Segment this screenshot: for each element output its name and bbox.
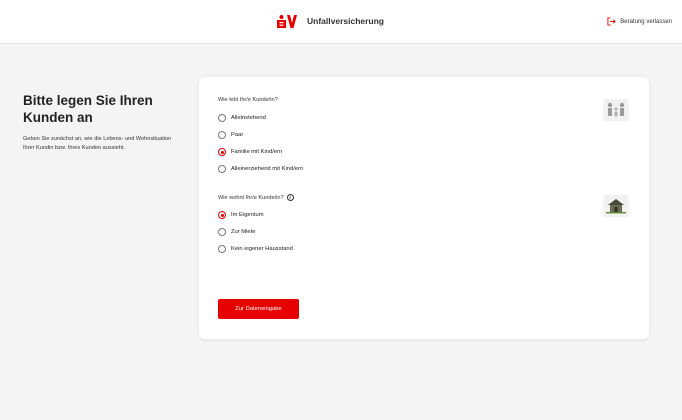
- radio-single-parent[interactable]: [218, 165, 226, 173]
- household-option-family[interactable]: Familie mit Kind/ern: [218, 148, 282, 156]
- household-option-single-parent[interactable]: Alleinerziehend mit Kind/ern: [218, 165, 303, 173]
- brand: Unfallversicherung: [277, 14, 384, 28]
- family-icon: [603, 99, 629, 121]
- intro-text: Geben Sie zunächst an, wie die Lebens- u…: [23, 136, 172, 151]
- info-icon[interactable]: i: [286, 194, 294, 201]
- sparkasse-logo-icon: [277, 15, 297, 28]
- household-question: Wie lebt Ihr/e Kunde/in?: [218, 97, 278, 103]
- submit-data-entry-button[interactable]: Zur Dateneingabe: [218, 299, 299, 319]
- household-option-couple[interactable]: Paar: [218, 131, 243, 139]
- housing-option-owner[interactable]: Im Eigentum: [218, 211, 264, 219]
- exit-consultation-label: Beratung verlassen: [620, 18, 672, 25]
- exit-consultation-button[interactable]: Beratung verlassen: [607, 17, 672, 26]
- radio-couple[interactable]: [218, 131, 226, 139]
- page-title: Bitte legen Sie Ihren Kunden an: [23, 93, 153, 125]
- customer-form-card: Wie lebt Ihr/e Kunde/in? Alleinstehend P…: [199, 77, 649, 339]
- app-title: Unfallversicherung: [307, 16, 384, 26]
- housing-question: Wie wohnt Ihr/e Kunde/in? i: [218, 194, 294, 201]
- app-header: Unfallversicherung Beratung verlassen: [0, 0, 682, 44]
- housing-option-no-household[interactable]: Kein eigener Hausstand: [218, 245, 293, 253]
- logout-icon: [607, 17, 617, 26]
- household-option-single[interactable]: Alleinstehend: [218, 114, 266, 122]
- intro-section: Bitte legen Sie Ihren Kunden an Geben Si…: [23, 92, 183, 153]
- radio-single[interactable]: [218, 114, 226, 122]
- radio-owner[interactable]: [218, 211, 226, 219]
- housing-option-rent[interactable]: Zur Miete: [218, 228, 255, 236]
- radio-no-household[interactable]: [218, 245, 226, 253]
- radio-family[interactable]: [218, 148, 226, 156]
- house-icon: [603, 195, 629, 217]
- radio-rent[interactable]: [218, 228, 226, 236]
